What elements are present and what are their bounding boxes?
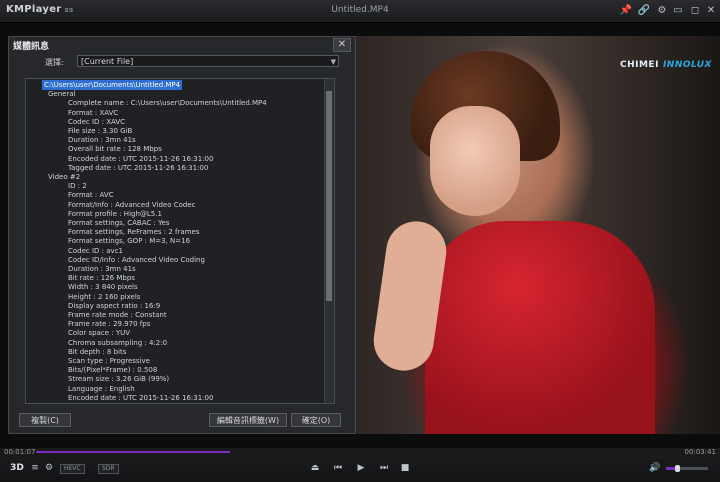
file-select-value: [Current File] [81, 57, 134, 66]
volume-icon[interactable]: 🔊 [648, 461, 662, 475]
link-icon[interactable]: 🔗 [637, 4, 651, 18]
eject-button[interactable]: ⏏ [308, 461, 322, 475]
media-info-dialog: 媒體訊息 ✕ 選擇: [Current File] ▼ C:\Users\use… [8, 36, 356, 434]
volume-handle[interactable] [674, 465, 680, 472]
brand-watermark: CHIMEI INNOLUX [619, 60, 712, 70]
next-button[interactable]: ⏭ [377, 461, 391, 475]
tree-item[interactable]: Tagged date : UTC 2015-11-26 16:31:00 [68, 402, 208, 403]
close-button[interactable]: ✕ [704, 4, 718, 18]
file-select-label: 選擇: [45, 58, 64, 67]
previous-button[interactable]: ⏮ [331, 461, 345, 475]
title-bar: KMPlayer ss Untitled.MP4 📌 🔗 ⚙ ▭ ◻ ✕ [0, 0, 720, 23]
gear-icon[interactable]: ⚙ [42, 461, 56, 475]
tree-scrollbar-thumb[interactable] [326, 91, 332, 301]
video-face [430, 106, 520, 216]
video-frame[interactable]: CHIMEI INNOLUX [355, 36, 720, 434]
total-time: 00:03:41 [684, 448, 716, 456]
info-tree[interactable]: C:\Users\user\Documents\Untitled.MP4 Gene… [25, 78, 335, 404]
sdr-badge[interactable]: SDR [98, 464, 119, 474]
video-dress [425, 221, 655, 434]
stop-button[interactable]: ■ [398, 461, 412, 475]
play-button[interactable]: ▶ [354, 461, 368, 475]
window-title: Untitled.MP4 [331, 5, 389, 15]
chevron-down-icon: ▼ [330, 58, 336, 66]
seek-bar-fill [36, 451, 230, 453]
elapsed-time: 00:01:07 [4, 448, 36, 456]
maximize-button[interactable]: ◻ [688, 4, 702, 18]
volume-slider[interactable] [666, 465, 708, 472]
3d-button[interactable]: 3D [10, 461, 24, 475]
tree-item[interactable]: Tagged date : UTC 2015-11-26 16:31:00 [68, 163, 208, 173]
edit-tags-button[interactable]: 編輯音訊標籤(W) [209, 413, 287, 427]
control-bar: 3D ≡ ⚙ HEVC SDR ⏏ ⏮ ▶ ⏭ ■ 🔊 [0, 456, 720, 482]
hevc-badge[interactable]: HEVC [60, 464, 85, 474]
dialog-close-button[interactable]: ✕ [333, 38, 351, 52]
ok-button[interactable]: 確定(O) [291, 413, 341, 427]
seek-bar[interactable] [0, 448, 720, 456]
file-select[interactable]: [Current File] ▼ [77, 55, 339, 67]
dialog-title: 媒體訊息 [13, 42, 50, 52]
pin-icon[interactable]: 📌 [619, 4, 633, 18]
menu-icon[interactable]: ≡ [28, 461, 42, 475]
tree-scrollbar[interactable] [324, 79, 334, 403]
settings-icon[interactable]: ⚙ [655, 4, 669, 18]
copy-button[interactable]: 複製(C) [19, 413, 71, 427]
minimize-button[interactable]: ▭ [671, 4, 685, 18]
